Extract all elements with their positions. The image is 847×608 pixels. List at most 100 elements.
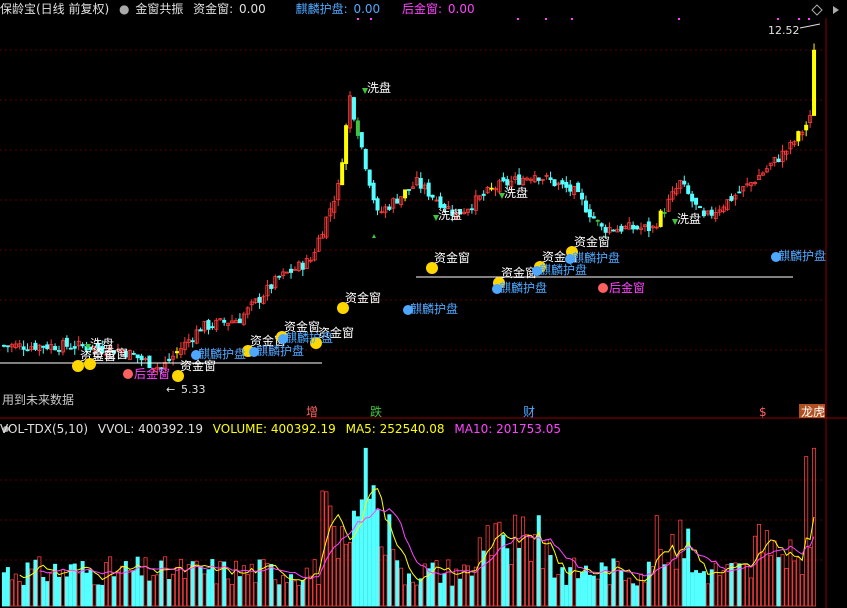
candle-body	[300, 262, 305, 270]
xipan-signal: 洗盘	[677, 211, 701, 226]
candle-body	[135, 354, 140, 359]
event-marker: 财	[523, 405, 535, 419]
volume-bar	[5, 567, 10, 607]
volume-bar	[701, 571, 706, 607]
signal-dot	[798, 18, 800, 20]
volume-bar	[37, 556, 42, 607]
houjinchuang-signal: 后金窗	[609, 280, 645, 295]
qilinhupan-signal: 麒麟护盘	[198, 346, 246, 361]
candle-body	[580, 192, 585, 200]
volume-bar	[285, 582, 290, 607]
volume-bar	[430, 562, 435, 607]
candle-body	[147, 355, 152, 369]
candle-body	[469, 208, 474, 211]
volume-bar	[552, 577, 557, 607]
volume-header: VOL-TDX(5,10) VVOL: 400392.19 VOLUME: 40…	[0, 420, 567, 438]
volume-bar	[88, 569, 93, 607]
candle-body	[257, 296, 262, 303]
volume-bar	[84, 572, 89, 607]
candle-body	[1, 344, 6, 347]
candle-body	[587, 209, 592, 218]
low-arrow-icon: ←	[166, 383, 175, 396]
volume-bar	[760, 552, 765, 607]
volume-bar	[611, 558, 616, 607]
xipan-signal: 洗盘	[438, 207, 462, 222]
volume-bar	[697, 572, 702, 607]
volume-bar	[155, 574, 160, 607]
candle-body	[289, 268, 294, 273]
zijinchuang-signal: 资金窗	[92, 346, 128, 361]
houjinchuang-signal: 后金窗	[134, 366, 170, 381]
zijinchuang-signal: 资金窗	[345, 290, 381, 305]
volume-bar	[222, 561, 227, 607]
volume-bar	[194, 560, 199, 607]
volume-bar	[756, 524, 761, 607]
volume-bar	[387, 514, 392, 607]
houjin-icon	[123, 369, 133, 379]
volume-bar	[599, 562, 604, 607]
candle-body	[591, 216, 596, 219]
candle-body	[686, 185, 691, 194]
volume-bar	[320, 490, 325, 607]
volume-bar	[513, 514, 518, 607]
volume-bar	[521, 516, 526, 607]
volume-bar	[717, 575, 722, 607]
volume-bar	[788, 539, 793, 607]
volume-bar	[163, 556, 168, 607]
volume-bar	[729, 563, 734, 607]
signal-dot	[370, 18, 372, 20]
candle-body	[635, 225, 640, 230]
candle-body	[812, 49, 817, 116]
candle-body	[25, 349, 30, 352]
volume-bar	[674, 568, 679, 607]
candle-body	[682, 180, 687, 185]
volume-bar	[151, 575, 156, 607]
candle-body	[21, 346, 26, 350]
volume-bar	[544, 539, 549, 607]
volume-bar	[367, 498, 372, 607]
volume-bar	[119, 565, 124, 607]
volume-bar	[780, 554, 785, 607]
volume-bar	[458, 578, 463, 607]
volume-bar	[253, 582, 258, 607]
volume-bar	[469, 575, 474, 607]
signal-dot	[678, 18, 680, 20]
volume-bar	[336, 557, 341, 607]
candle-body	[206, 320, 211, 330]
volume-bar	[45, 581, 50, 607]
candle-body	[340, 162, 345, 186]
candle-body	[80, 344, 85, 347]
signal-dot	[571, 18, 573, 20]
volume-bar	[198, 565, 203, 607]
candle-body	[387, 206, 392, 210]
candle-body	[697, 206, 702, 209]
volume-bar	[505, 548, 510, 607]
volume-bar	[383, 554, 388, 607]
candle-body	[729, 196, 734, 201]
candle-body	[796, 131, 801, 142]
volume-bar	[13, 573, 18, 607]
candle-body	[552, 179, 557, 187]
volume-bar	[627, 577, 632, 607]
vol-indicator-name[interactable]: VOL-TDX(5,10)	[0, 422, 88, 436]
candle-body	[619, 225, 624, 232]
candle-body	[269, 284, 274, 289]
volume-bar	[808, 547, 813, 607]
candle-body	[481, 193, 486, 196]
volume-bar	[639, 573, 644, 607]
candle-body	[375, 198, 380, 211]
volume-bar	[540, 568, 545, 607]
volume-bar	[509, 564, 514, 607]
volume-bar	[745, 564, 750, 607]
volume-bar	[753, 535, 758, 607]
candle-body	[662, 212, 667, 214]
zijinchuang-signal: 资金窗	[574, 234, 610, 249]
price-chart[interactable]: 12.52← 5.33洗盘洗盘洗盘洗盘洗盘资金窗资金窗资金窗资金窗资金窗资金窗资金…	[0, 0, 847, 608]
candle-body	[371, 182, 376, 201]
volume-bar	[403, 584, 408, 607]
volume-bar	[564, 584, 569, 607]
volume-bar	[678, 519, 683, 607]
volume-bar	[17, 581, 22, 607]
volume-bar	[214, 583, 219, 607]
qilinhupan-signal: 麒麟护盘	[572, 250, 620, 265]
